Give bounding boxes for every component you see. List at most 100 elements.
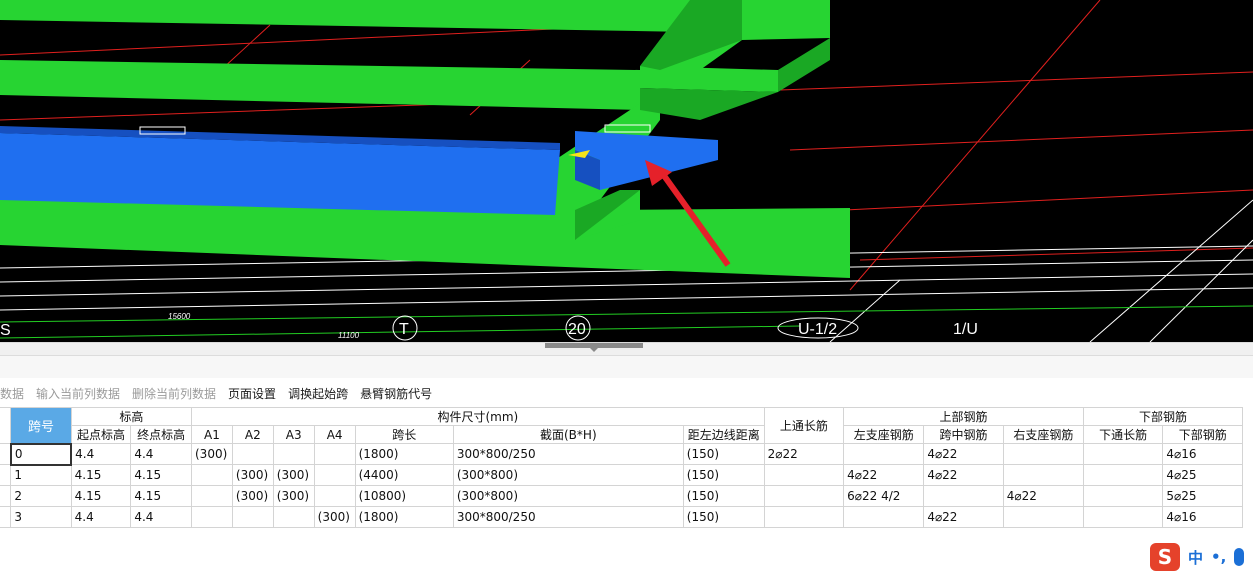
cell-a1[interactable] (191, 485, 233, 507)
cell-right-support[interactable] (1002, 506, 1084, 528)
cell-bottom-through[interactable] (1082, 464, 1164, 486)
table-row[interactable]: 2 4.15 4.15 (300) (300) (10800) (300*800… (0, 485, 1243, 507)
cell-a1[interactable] (191, 506, 233, 528)
cell-span-no[interactable]: 0 (9, 442, 73, 466)
axis-line (0, 273, 1253, 297)
cell-mid[interactable]: 4⌀22 (923, 464, 1004, 486)
cell-top-through[interactable] (763, 506, 845, 528)
cell-a4[interactable] (313, 443, 356, 465)
cell-end-elev[interactable]: 4.15 (130, 464, 192, 486)
3d-viewport[interactable]: S T 20 U-1/2 1/U 15600 11100 (0, 0, 1253, 342)
cell-a2[interactable]: (300) (231, 464, 274, 486)
cell-offset[interactable]: (150) (682, 464, 765, 486)
cell-span-length[interactable]: (4400) (354, 464, 454, 486)
cell-a3[interactable]: (300) (272, 464, 315, 486)
axis-label-20: 20 (568, 321, 586, 338)
cell-start-elev[interactable]: 4.15 (70, 485, 132, 507)
cell-mid[interactable] (923, 485, 1004, 507)
cell-a2[interactable]: (300) (231, 485, 274, 507)
cell-start-elev[interactable]: 4.4 (70, 443, 132, 465)
cell-section[interactable]: (300*800) (452, 485, 684, 507)
dimension-lines (0, 305, 1253, 339)
table-row[interactable]: 3 4.4 4.4 (300) (1800) 300*800/250 (150)… (0, 506, 1243, 528)
cell-left-support[interactable] (843, 443, 925, 465)
header-bottom-rebar: 下部钢筋 (1082, 407, 1244, 426)
cell-mid[interactable]: 4⌀22 (923, 506, 1004, 528)
cell-bottom[interactable]: 4⌀25 (1162, 464, 1243, 486)
cell-bottom-through[interactable] (1082, 506, 1164, 528)
cell-bottom-through[interactable] (1082, 443, 1164, 465)
cell-mid[interactable]: 4⌀22 (923, 443, 1004, 465)
cell-end-elev[interactable]: 4.4 (130, 443, 192, 465)
toolbar-page-setup-button[interactable]: 页面设置 (228, 385, 276, 402)
cell-top-through[interactable]: 2⌀22 (763, 443, 845, 465)
toolbar-data-button[interactable]: 数据 (0, 385, 24, 402)
row-header (0, 443, 12, 465)
grid-line (789, 129, 1253, 151)
cell-a3[interactable] (272, 443, 315, 465)
model-canvas[interactable]: S T 20 U-1/2 1/U 15600 11100 (0, 0, 1253, 342)
cell-offset[interactable]: (150) (682, 506, 765, 528)
cell-start-elev[interactable]: 4.15 (70, 464, 132, 486)
table-row[interactable]: 0 4.4 4.4 (300) (1800) 300*800/250 (150)… (0, 442, 1243, 466)
ime-language-toggle[interactable]: 中 (1188, 547, 1203, 568)
cell-a4[interactable] (313, 464, 356, 486)
microphone-icon[interactable] (1234, 548, 1245, 566)
header-end-elev: 终点标高 (130, 425, 192, 444)
cell-right-support[interactable] (1002, 464, 1084, 486)
cell-a1[interactable] (191, 464, 233, 486)
cell-span-no[interactable]: 1 (10, 464, 72, 486)
cell-offset[interactable]: (150) (682, 485, 765, 507)
cell-span-no[interactable]: 3 (10, 506, 72, 528)
cell-end-elev[interactable]: 4.4 (130, 506, 192, 528)
ime-punctuation-toggle[interactable]: •, (1211, 548, 1226, 566)
cell-left-support[interactable]: 4⌀22 (843, 464, 925, 486)
cell-a3[interactable] (272, 506, 315, 528)
table-row[interactable]: 3 1 4.15 4.15 (300) (300) (4400) (300*80… (0, 464, 1243, 486)
cell-a4[interactable] (313, 485, 356, 507)
cell-section[interactable]: (300*800) (452, 464, 684, 486)
header-span-no[interactable]: 跨号 (10, 407, 72, 444)
cell-bottom[interactable]: 5⌀25 (1162, 485, 1243, 507)
cell-bottom[interactable]: 4⌀16 (1162, 506, 1243, 528)
cell-section[interactable]: 300*800/250 (452, 443, 684, 465)
collapse-arrow-icon[interactable] (590, 348, 598, 352)
slab-shadow (640, 88, 778, 120)
cell-bottom[interactable]: 4⌀16 (1162, 443, 1243, 465)
cell-a1[interactable]: (300) (191, 443, 233, 465)
cell-right-support[interactable] (1002, 443, 1084, 465)
axis-label-u-half: U-1/2 (798, 321, 837, 338)
cell-span-length[interactable]: (1800) (354, 443, 454, 465)
header-start-elev: 起点标高 (70, 425, 132, 444)
cell-span-length[interactable]: (10800) (354, 485, 454, 507)
toolbar-swap-span-button[interactable]: 调换起始跨 (288, 385, 348, 402)
cell-offset[interactable]: (150) (682, 443, 765, 465)
cell-end-elev[interactable]: 4.15 (130, 485, 192, 507)
toolbar-cantilever-code-button[interactable]: 悬臂钢筋代号 (360, 385, 432, 402)
header-bottom: 下部钢筋 (1162, 425, 1243, 444)
ime-toolbar[interactable]: S 中 •, (1150, 543, 1245, 571)
cell-span-no[interactable]: 2 (10, 485, 72, 507)
cell-left-support[interactable] (843, 506, 925, 528)
cell-a2[interactable] (231, 506, 274, 528)
cell-top-through[interactable] (763, 464, 845, 486)
cell-section[interactable]: 300*800/250 (452, 506, 684, 528)
cell-left-support[interactable]: 6⌀22 4/2 (843, 485, 925, 507)
cell-a3[interactable]: (300) (272, 485, 315, 507)
cell-a2[interactable] (231, 443, 274, 465)
slab-shadow (778, 38, 830, 92)
sogou-logo-icon[interactable]: S (1150, 543, 1180, 571)
panel-header-band (0, 356, 1253, 378)
axis-label-1u: 1/U (953, 321, 978, 338)
toolbar-input-column-button[interactable]: 输入当前列数据 (36, 385, 120, 402)
cell-span-length[interactable]: (1800) (354, 506, 454, 528)
grid-toolbar: 数据 输入当前列数据 删除当前列数据 页面设置 调换起始跨 悬臂钢筋代号 (0, 382, 444, 404)
cell-top-through[interactable] (763, 485, 845, 507)
cell-start-elev[interactable]: 4.4 (70, 506, 132, 528)
cell-right-support[interactable]: 4⌀22 (1002, 485, 1084, 507)
panel-splitter[interactable] (0, 342, 1253, 356)
cell-bottom-through[interactable] (1082, 485, 1164, 507)
grid-line (779, 71, 1253, 91)
cell-a4[interactable]: (300) (313, 506, 356, 528)
toolbar-delete-column-button[interactable]: 删除当前列数据 (132, 385, 216, 402)
